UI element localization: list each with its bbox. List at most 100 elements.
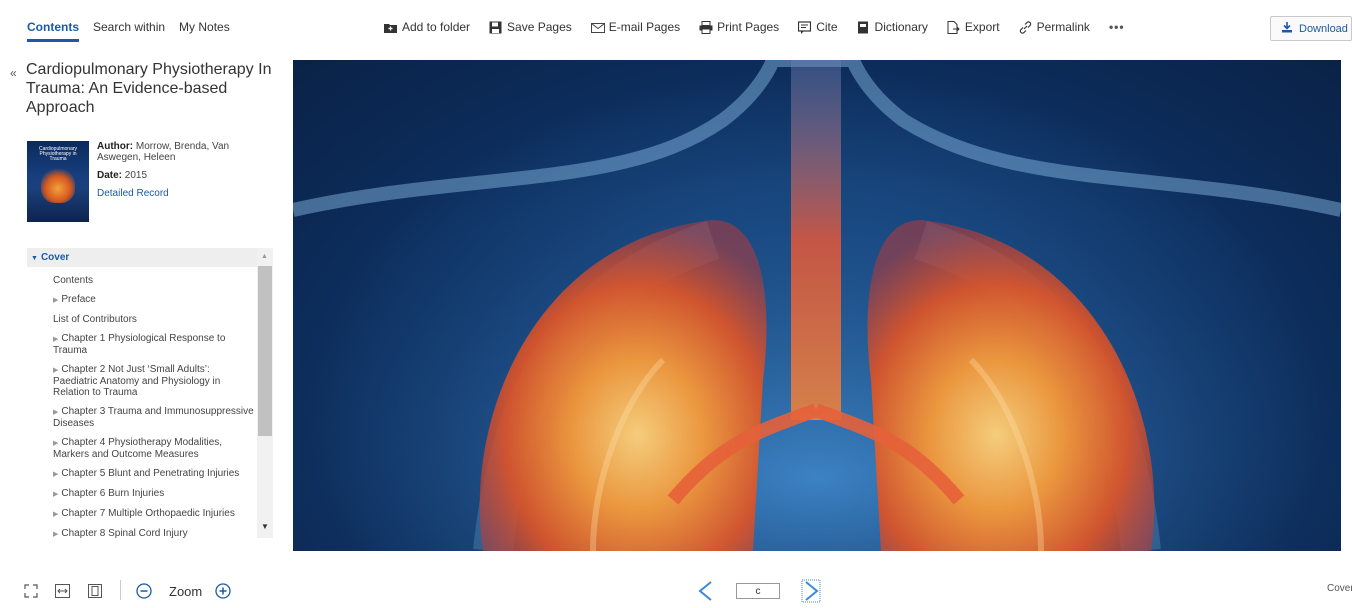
toc-item[interactable]: ▶ Chapter 5 Blunt and Penetrating Injurie… [27,468,257,480]
toc-item[interactable]: Contents [27,275,257,286]
cite-label: Cite [816,20,838,34]
permalink-button[interactable]: Permalink [1019,20,1090,34]
email-pages-button[interactable]: E-mail Pages [590,20,681,34]
caret-right-icon: ▶ [53,367,59,374]
more-options-button[interactable]: ••• [1109,20,1125,34]
toc-item-label: List of Contributors [53,314,137,325]
cover-thumbnail-title: Cardiopulmonary Physiotherapy in Trauma [38,146,78,162]
sidebar-tabs: Contents Search within My Notes [27,20,230,42]
date-label: Date: [97,170,123,181]
fullscreen-icon[interactable] [24,584,38,603]
toolbar: Add to folder Save Pages E-mail Pages Pr… [384,20,1125,34]
caret-right-icon: ▶ [53,471,59,478]
toc-item-label: Chapter 6 Burn Injuries [61,488,165,499]
toc-cover-label: Cover [40,252,70,263]
tab-my-notes[interactable]: My Notes [179,20,230,42]
toc-item[interactable]: List of Contributors [27,314,257,325]
fit-page-icon[interactable] [88,584,102,603]
book-icon [857,21,870,34]
toc-item[interactable]: ▶ Preface [27,294,257,306]
quote-box-icon [798,20,812,34]
save-pages-label: Save Pages [507,20,572,34]
scroll-down-icon[interactable]: ▼ [261,522,269,531]
caret-right-icon: ▶ [53,336,59,343]
zoom-in-icon[interactable] [215,583,231,604]
top-bar: Contents Search within My Notes Add to f… [0,0,1352,52]
export-file-icon [947,20,960,34]
add-to-folder-label: Add to folder [402,20,471,34]
detailed-record-link[interactable]: Detailed Record [97,188,169,199]
download-label: Download [1299,22,1348,35]
book-title: Cardiopulmonary Physiotherapy In Trauma:… [26,61,272,116]
download-icon [1281,21,1293,36]
collapse-sidebar-button[interactable]: « [10,66,17,80]
caret-right-icon: ▶ [53,409,59,416]
dictionary-button[interactable]: Dictionary [857,20,928,34]
caret-right-icon: ▶ [53,531,59,538]
cover-thumbnail[interactable]: Cardiopulmonary Physiotherapy in Trauma [27,141,89,222]
folder-add-icon [384,21,397,34]
dictionary-label: Dictionary [874,20,928,34]
export-button[interactable]: Export [947,20,1000,34]
floppy-disk-icon [489,21,502,34]
cover-thumbnail-art [41,167,75,203]
print-pages-label: Print Pages [717,20,780,34]
scrollbar-thumb[interactable] [258,266,272,436]
toc-item-label: Chapter 3 Trauma and Immunosuppressive D… [53,406,254,429]
toc-item[interactable]: ▶ Chapter 1 Physiological Response to Tra… [27,333,257,356]
permalink-label: Permalink [1036,20,1090,34]
toc-item-label: Chapter 8 Spinal Cord Injury [61,528,188,538]
toc-item-label: Chapter 1 Physiological Response to Trau… [53,333,226,356]
toc-item[interactable]: ▶ Chapter 4 Physiotherapy Modalities, Mar… [27,437,257,460]
toc-item[interactable]: ▶ Chapter 6 Burn Injuries [27,488,257,500]
tab-contents[interactable]: Contents [27,20,79,42]
page-number-input[interactable] [736,583,780,599]
caret-down-icon: ▼ [31,255,38,262]
current-page-label: Cover [1327,583,1352,594]
printer-icon [699,20,713,34]
cover-image-lungs [293,60,1341,551]
page-viewer[interactable] [293,60,1341,551]
save-pages-button[interactable]: Save Pages [489,20,572,34]
tab-search-within[interactable]: Search within [93,20,165,42]
add-to-folder-button[interactable]: Add to folder [384,20,470,34]
divider [120,580,121,600]
toc-item-label: Chapter 7 Multiple Orthopaedic Injuries [61,508,235,519]
toc-scrollbar[interactable]: ▲ ▼ [257,248,273,538]
scroll-up-icon[interactable]: ▲ [261,253,268,260]
envelope-icon [590,21,605,34]
download-button[interactable]: Download [1270,16,1352,41]
toc-item-cover[interactable]: ▼ Cover [27,248,257,267]
chevron-left-icon [698,581,712,601]
zoom-label: Zoom [169,584,203,599]
toc-item-label: Contents [53,275,94,286]
cite-button[interactable]: Cite [798,20,838,34]
caret-right-icon: ▶ [53,511,59,518]
email-pages-label: E-mail Pages [608,20,681,34]
next-page-button[interactable] [801,579,821,608]
toc-item[interactable]: ▶ Chapter 3 Trauma and Immunosuppressive … [27,406,257,429]
table-of-contents: ▼ Cover Contents ▶ Preface List of Contrib… [27,248,257,538]
book-meta: Author: Morrow, Brenda, Van Aswegen, Hel… [97,141,257,206]
zoom-out-icon[interactable] [136,583,152,604]
bottom-bar: Zoom Cover [0,576,1352,603]
fit-width-icon[interactable] [55,584,70,603]
toc-item[interactable]: ▶ Chapter 8 Spinal Cord Injury [27,528,257,538]
toc-item-label: Chapter 2 Not Just ‘Small Adults’: Paedi… [53,364,221,398]
toc-item-label: Chapter 4 Physiotherapy Modalities, Mark… [53,437,223,460]
toc-item[interactable]: ▶ Chapter 7 Multiple Orthopaedic Injuries [27,508,257,520]
detailed-record-row: Detailed Record [97,188,257,199]
caret-right-icon: ▶ [53,440,59,447]
toc-item[interactable]: ▶ Chapter 2 Not Just ‘Small Adults’: Paed… [27,364,257,398]
link-icon [1019,20,1032,34]
date-value: 2015 [124,170,148,181]
author-row: Author: Morrow, Brenda, Van Aswegen, Hel… [97,141,257,163]
author-label: Author: [97,141,134,152]
toc-item-label: Preface [61,294,96,305]
export-label: Export [964,20,1000,34]
previous-page-button[interactable] [697,580,713,607]
print-pages-button[interactable]: Print Pages [699,20,779,34]
chevron-right-icon [801,579,821,603]
toc-item-label: Chapter 5 Blunt and Penetrating Injuries [61,468,240,479]
date-row: Date: 2015 [97,170,257,181]
